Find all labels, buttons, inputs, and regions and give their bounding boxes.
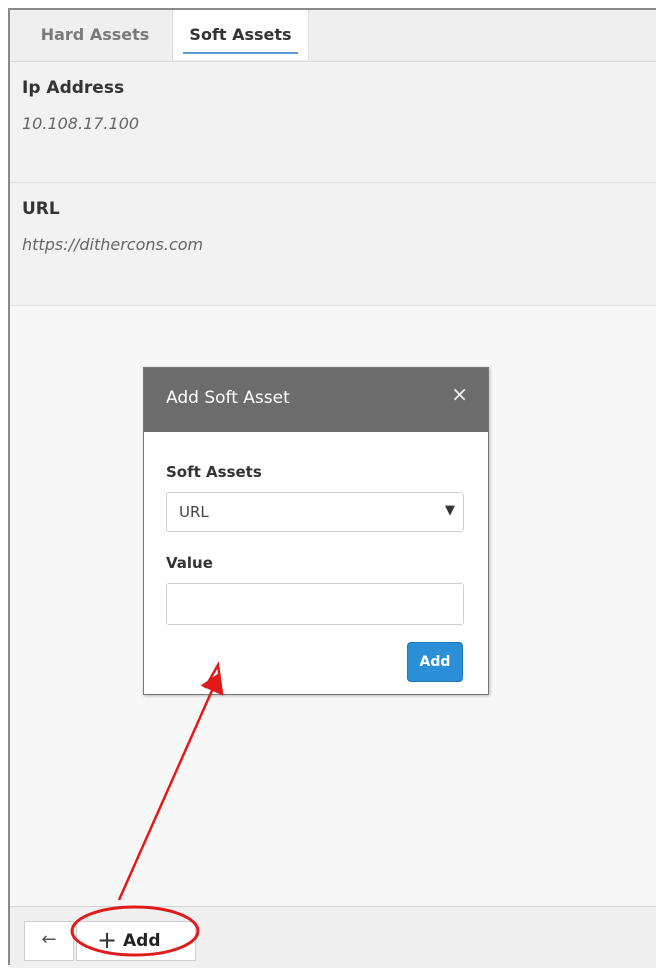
ip-address-value: 10.108.17.100 — [22, 114, 140, 133]
ip-address-field: Ip Address 10.108.17.100 — [10, 62, 656, 183]
url-label: URL — [22, 199, 60, 219]
dialog-add-button[interactable]: Add — [407, 642, 463, 682]
value-label: Value — [166, 554, 213, 572]
url-field: URL https://dithercons.com — [10, 183, 656, 306]
add-asset-label: Add — [123, 931, 161, 951]
active-tab-indicator — [183, 52, 298, 54]
soft-assets-label: Soft Assets — [166, 463, 262, 481]
tab-hard-assets[interactable]: Hard Assets — [20, 10, 170, 60]
value-input[interactable] — [166, 583, 464, 625]
dialog-title: Add Soft Asset — [166, 388, 290, 408]
close-icon[interactable]: × — [451, 382, 468, 406]
url-value: https://dithercons.com — [22, 235, 204, 254]
add-soft-asset-dialog: Add Soft Asset × Soft Assets URL ▼ Value… — [143, 367, 489, 695]
selected-asset-type: URL — [179, 503, 209, 521]
tab-soft-assets-label: Soft Assets — [189, 25, 292, 44]
asset-tabs: Hard Assets Soft Assets — [10, 10, 656, 62]
tab-soft-assets[interactable]: Soft Assets — [172, 10, 309, 60]
dialog-header: Add Soft Asset × — [144, 368, 488, 432]
add-asset-button[interactable]: + Add — [76, 921, 196, 961]
soft-asset-type-select[interactable]: URL ▼ — [166, 492, 464, 532]
plus-icon: + — [97, 926, 118, 954]
dropdown-arrow-icon: ▼ — [445, 503, 455, 518]
bottom-toolbar: ← + Add — [10, 906, 656, 968]
back-button[interactable]: ← — [24, 921, 74, 961]
ip-address-label: Ip Address — [22, 78, 125, 98]
